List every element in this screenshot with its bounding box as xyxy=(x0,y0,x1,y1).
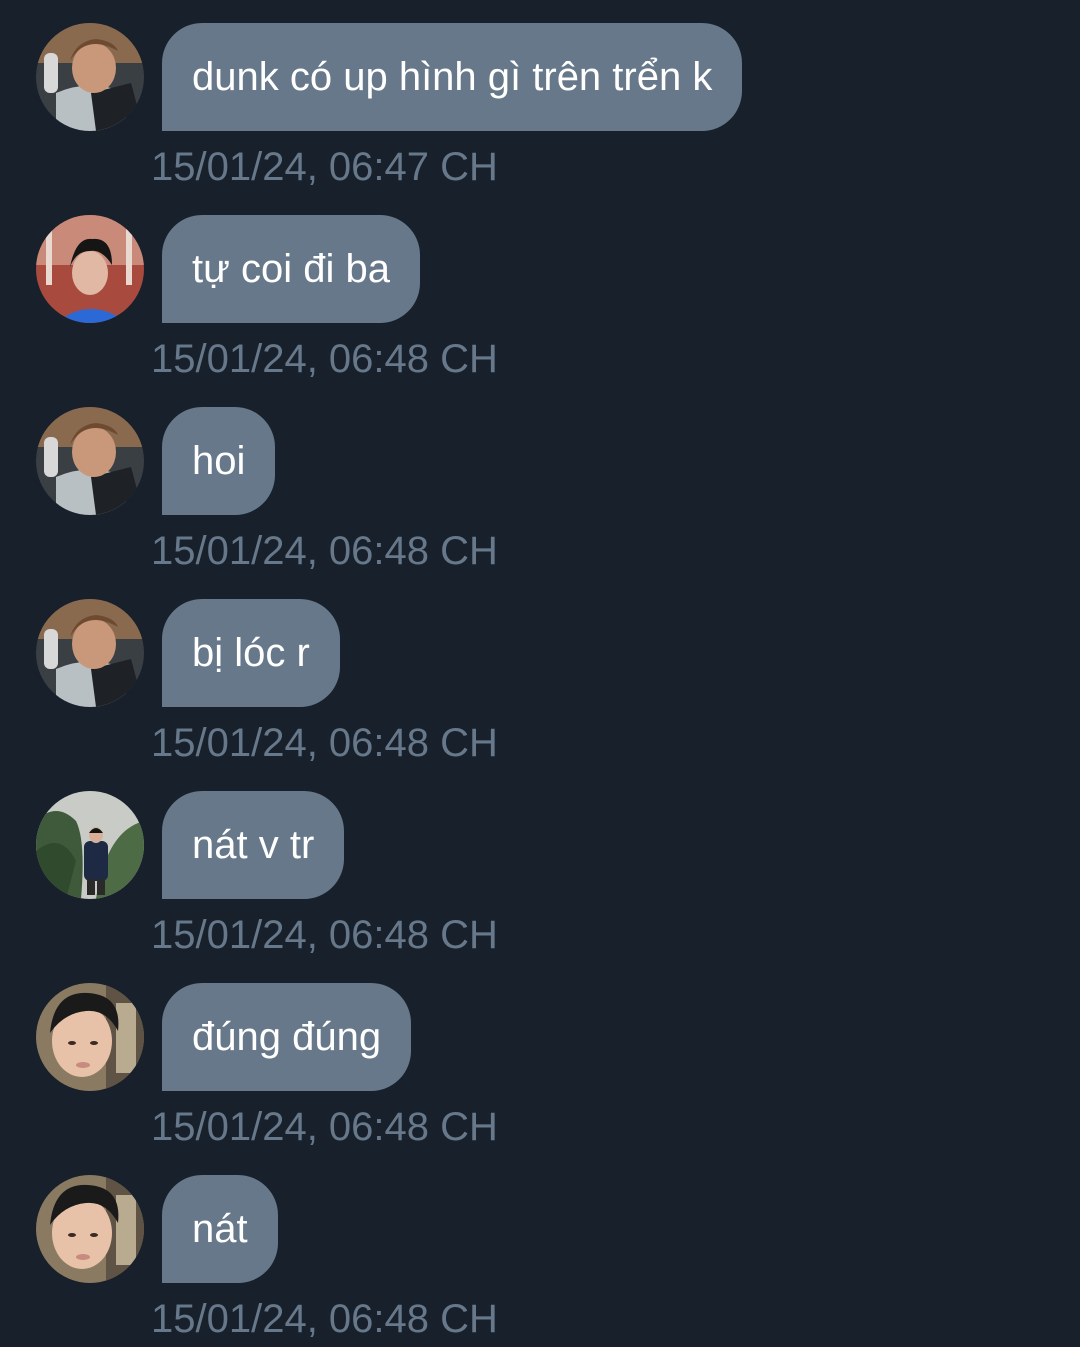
message-row: đúng đúng 15/01/24, 06:48 CH xyxy=(0,960,1080,1152)
message-timestamp: 15/01/24, 06:48 CH xyxy=(151,1297,498,1341)
message-bubble[interactable]: hoi xyxy=(162,407,276,515)
message-bubble[interactable]: đúng đúng xyxy=(162,983,412,1091)
message-row: hoi 15/01/24, 06:48 CH xyxy=(0,384,1080,576)
message-bubble[interactable]: tự coi đi ba xyxy=(162,215,420,323)
sender-avatar[interactable] xyxy=(36,599,144,707)
message-row: dunk có up hình gì trên trển k 15/01/24,… xyxy=(0,0,1080,192)
message-bubble[interactable]: bị lóc r xyxy=(162,599,340,707)
message-thread: dunk có up hình gì trên trển k 15/01/24,… xyxy=(0,0,1080,1347)
sender-avatar[interactable] xyxy=(36,1175,144,1283)
message-row: bị lóc r 15/01/24, 06:48 CH xyxy=(0,576,1080,768)
sender-avatar[interactable] xyxy=(36,407,144,515)
message-row: nát 15/01/24, 06:48 CH xyxy=(0,1152,1080,1344)
sender-avatar[interactable] xyxy=(36,791,144,899)
sender-avatar[interactable] xyxy=(36,23,144,131)
message-row: tự coi đi ba 15/01/24, 06:48 CH xyxy=(0,192,1080,384)
sender-avatar[interactable] xyxy=(36,983,144,1091)
sender-avatar[interactable] xyxy=(36,215,144,323)
message-bubble[interactable]: dunk có up hình gì trên trển k xyxy=(162,23,743,131)
message-bubble[interactable]: nát xyxy=(162,1175,278,1283)
message-bubble[interactable]: nát v tr xyxy=(162,791,345,899)
message-row: nát v tr 15/01/24, 06:48 CH xyxy=(0,768,1080,960)
